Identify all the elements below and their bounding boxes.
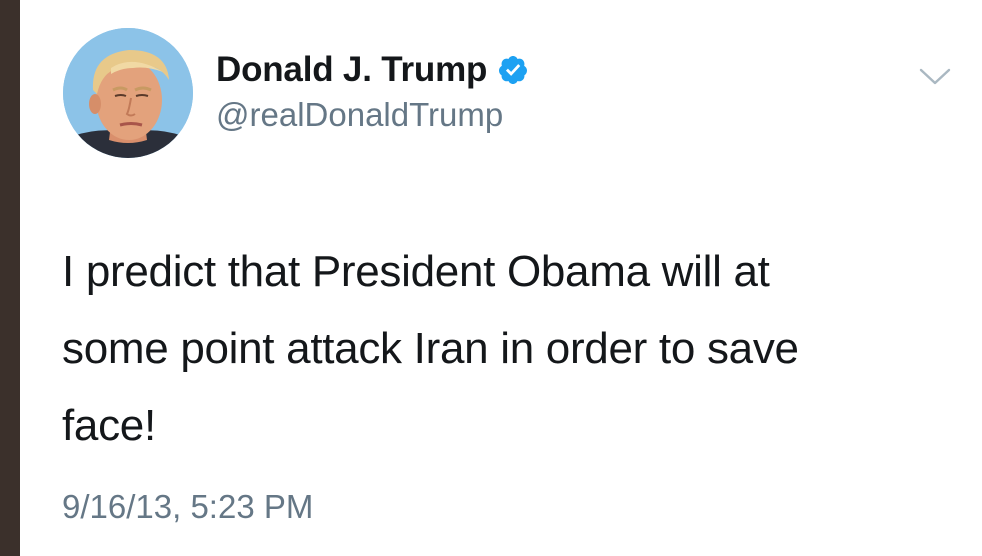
tweet-card: Donald J. Trump @realDonaldTrump I predi… — [20, 0, 982, 556]
avatar-photo-icon — [63, 28, 193, 158]
tweet-text-line: I predict that President Obama will at — [62, 247, 770, 296]
author-display-name[interactable]: Donald J. Trump — [216, 50, 487, 90]
tweet-timestamp[interactable]: 9/16/13, 5:23 PM — [62, 488, 313, 526]
author-name-row[interactable]: Donald J. Trump — [216, 48, 529, 92]
author-handle[interactable]: @realDonaldTrump — [216, 96, 503, 134]
author-avatar[interactable] — [63, 28, 193, 158]
tweet-text: I predict that President Obama will at s… — [62, 233, 962, 464]
chevron-down-icon[interactable] — [918, 64, 952, 88]
verified-badge-icon — [497, 54, 529, 86]
tweet-text-line: face! — [62, 401, 156, 450]
tweet-text-line: some point attack Iran in order to save — [62, 324, 799, 373]
